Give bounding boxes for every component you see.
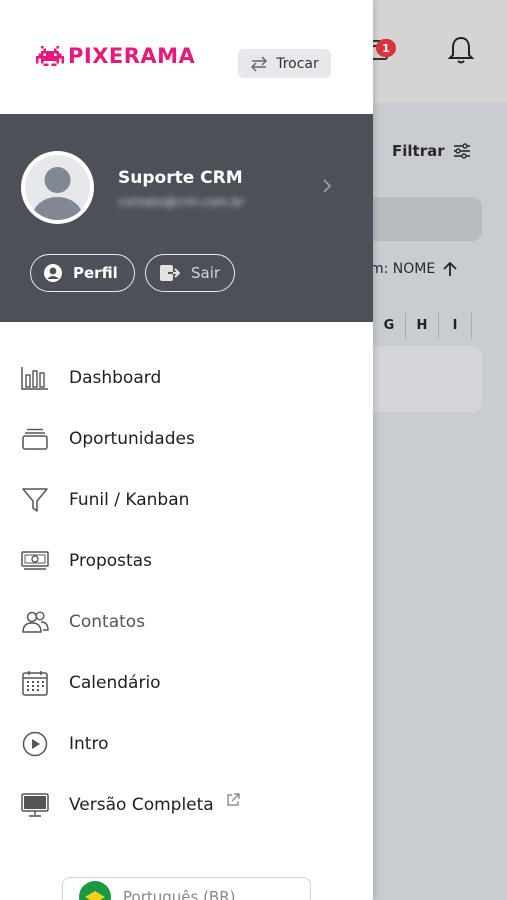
- letter-h[interactable]: H: [406, 313, 439, 339]
- logo-text: PIXERAMA: [68, 44, 196, 68]
- menu-item-intro[interactable]: Intro: [0, 713, 373, 774]
- menu-label: Dashboard: [69, 367, 162, 388]
- calendar-icon: [21, 669, 49, 697]
- list-item[interactable]: [360, 346, 482, 412]
- space-invader-icon: [36, 45, 64, 67]
- profile-label: Perfil: [73, 264, 118, 282]
- avatar[interactable]: [21, 151, 94, 224]
- menu-item-versao-completa[interactable]: Versão Completa: [0, 774, 373, 835]
- logout-icon: [160, 265, 181, 281]
- menu-label: Versão Completa: [69, 794, 214, 815]
- play-circle-icon: [21, 730, 49, 758]
- menu-item-propostas[interactable]: Propostas: [0, 530, 373, 591]
- menu-label: Oportunidades: [69, 428, 195, 449]
- letter-g[interactable]: G: [373, 313, 406, 339]
- language-select[interactable]: Português (BR): [62, 877, 311, 900]
- bell-icon[interactable]: [446, 34, 476, 66]
- user-circle-icon: [44, 264, 62, 282]
- bar-chart-icon: [21, 364, 49, 392]
- money-icon: [21, 547, 49, 575]
- drawer-header: PIXERAMA Trocar: [0, 0, 373, 114]
- sort-label: m: NOME: [370, 261, 436, 277]
- sort-control[interactable]: m: NOME: [370, 261, 457, 277]
- language-label: Português (BR): [123, 888, 236, 900]
- menu-label: Propostas: [69, 550, 152, 571]
- chevron-right-icon[interactable]: [320, 178, 334, 194]
- stack-icon: [21, 425, 49, 453]
- people-icon: [21, 608, 49, 636]
- user-name: Suporte CRM: [118, 168, 243, 188]
- logout-button[interactable]: Sair: [145, 254, 235, 292]
- funnel-icon: [21, 486, 49, 514]
- alphabet-filter: G H I: [373, 313, 507, 339]
- user-email: contato@crm.com.br: [118, 195, 245, 209]
- menu-item-contatos[interactable]: Contatos: [0, 591, 373, 652]
- profile-button[interactable]: Perfil: [30, 254, 135, 292]
- menu-label: Funil / Kanban: [69, 489, 190, 510]
- search-input[interactable]: [360, 197, 482, 241]
- menu-item-calendario[interactable]: Calendário: [0, 652, 373, 713]
- menu-item-dashboard[interactable]: Dashboard: [0, 347, 373, 408]
- menu-label: Calendário: [69, 672, 161, 693]
- switch-account-button[interactable]: Trocar: [238, 49, 331, 78]
- menu-item-oportunidades[interactable]: Oportunidades: [0, 408, 373, 469]
- drawer-menu: Dashboard Oportunidades Funil / Kanban P…: [0, 347, 373, 835]
- sliders-icon: [453, 143, 470, 159]
- menu-label: Contatos: [69, 611, 146, 632]
- navigation-drawer: PIXERAMA Trocar Suporte CRM contato@crm.…: [0, 0, 373, 900]
- logout-label: Sair: [191, 264, 221, 282]
- user-placeholder-icon: [32, 167, 83, 220]
- logo: PIXERAMA: [36, 44, 195, 68]
- letter-i[interactable]: I: [439, 313, 472, 339]
- menu-label: Intro: [69, 733, 109, 754]
- external-link-icon: [227, 792, 240, 806]
- filter-label: Filtrar: [392, 142, 445, 160]
- user-panel: Suporte CRM contato@crm.com.br Perfil Sa…: [0, 114, 373, 322]
- switch-label: Trocar: [276, 55, 319, 72]
- brazil-flag-icon: [79, 881, 111, 900]
- notification-badge: 1: [376, 39, 396, 57]
- arrow-up-icon: [443, 261, 457, 276]
- monitor-icon: [21, 791, 49, 819]
- menu-item-funil-kanban[interactable]: Funil / Kanban: [0, 469, 373, 530]
- swap-icon: [251, 55, 268, 72]
- filter-button[interactable]: Filtrar: [392, 142, 471, 160]
